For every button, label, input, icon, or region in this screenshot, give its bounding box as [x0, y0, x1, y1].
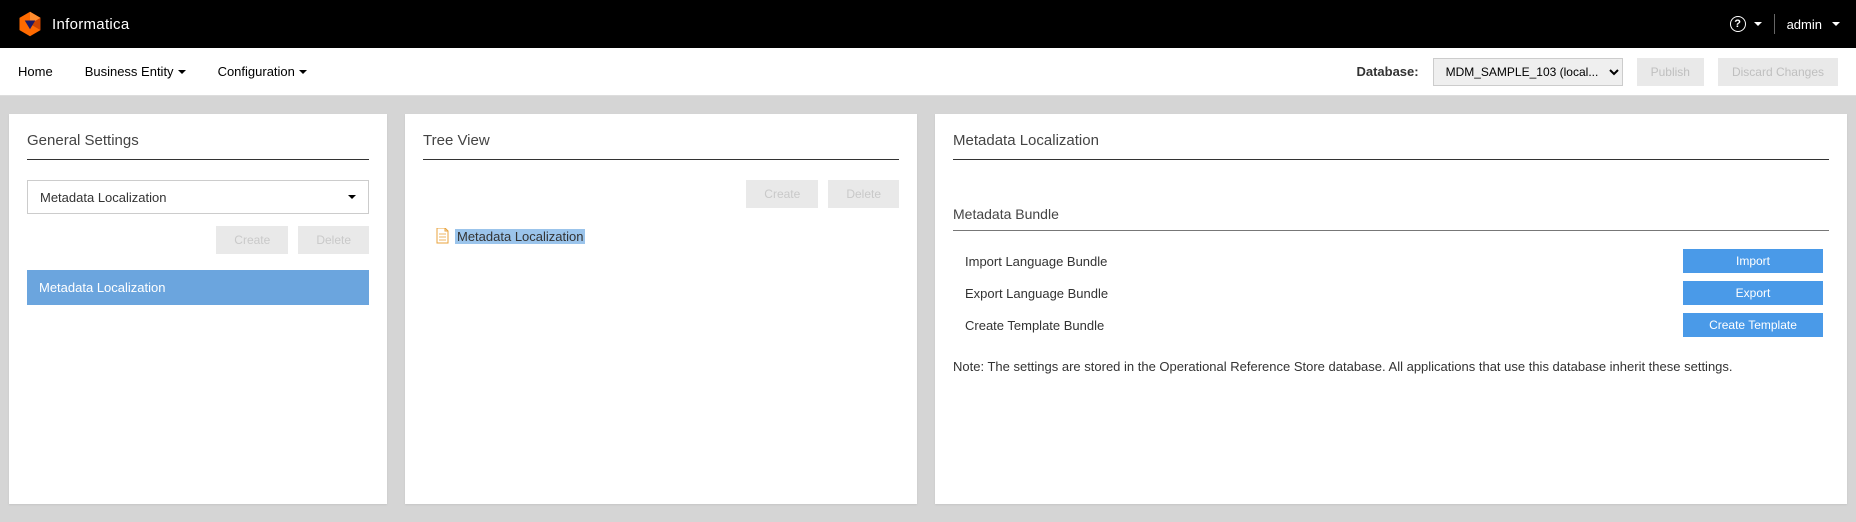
list-item-metadata-localization[interactable]: Metadata Localization [27, 270, 369, 305]
file-icon [435, 228, 449, 244]
general-settings-panel: General Settings Metadata Localization C… [9, 114, 387, 504]
import-button[interactable]: Import [1683, 249, 1823, 273]
menu-home[interactable]: Home [18, 64, 53, 79]
bundle-row-create-template: Create Template Bundle Create Template [953, 309, 1829, 341]
menu-bar: Home Business Entity Configuration Datab… [0, 48, 1856, 96]
panel-title: Tree View [423, 132, 899, 160]
export-button[interactable]: Export [1683, 281, 1823, 305]
bundle-row-export: Export Language Bundle Export [953, 277, 1829, 309]
note-text: Note: The settings are stored in the Ope… [953, 357, 1829, 377]
brand-name: Informatica [52, 16, 130, 33]
tree-node-label: Metadata Localization [455, 229, 585, 244]
metadata-localization-panel: Metadata Localization Metadata Bundle Im… [935, 114, 1847, 504]
menu-right: Database: MDM_SAMPLE_103 (local... Publi… [1356, 58, 1838, 86]
panel-title: General Settings [27, 132, 369, 160]
menu-business-entity-label: Business Entity [85, 64, 174, 79]
database-label: Database: [1356, 64, 1418, 79]
bundle-label: Create Template Bundle [965, 318, 1104, 333]
divider [1774, 14, 1775, 34]
tree-node[interactable]: Metadata Localization [423, 228, 899, 244]
button-row: Create Delete [27, 226, 369, 254]
top-right: ? admin [1730, 14, 1840, 34]
user-menu[interactable]: admin [1787, 17, 1840, 32]
database-select[interactable]: MDM_SAMPLE_103 (local... [1433, 58, 1623, 86]
section-title: Metadata Bundle [953, 206, 1829, 231]
chevron-down-icon [1754, 22, 1762, 26]
dropdown-value: Metadata Localization [40, 190, 166, 205]
menu-configuration-label: Configuration [218, 64, 295, 79]
content-area: General Settings Metadata Localization C… [0, 96, 1856, 522]
chevron-down-icon [1832, 22, 1840, 26]
bundle-label: Import Language Bundle [965, 254, 1107, 269]
publish-button[interactable]: Publish [1637, 58, 1704, 86]
tree-delete-button[interactable]: Delete [828, 180, 899, 208]
discard-button[interactable]: Discard Changes [1718, 58, 1838, 86]
chevron-down-icon [348, 195, 356, 199]
user-name: admin [1787, 17, 1822, 32]
bundle-label: Export Language Bundle [965, 286, 1108, 301]
chevron-down-icon [178, 70, 186, 74]
tree-create-button[interactable]: Create [746, 180, 818, 208]
panel-title: Metadata Localization [953, 132, 1829, 160]
create-button[interactable]: Create [216, 226, 288, 254]
help-menu[interactable]: ? [1730, 16, 1762, 32]
bundle-row-import: Import Language Bundle Import [953, 245, 1829, 277]
help-icon: ? [1730, 16, 1746, 32]
top-bar: Informatica ? admin [0, 0, 1856, 48]
menu-left: Home Business Entity Configuration [18, 64, 307, 79]
tree-view-panel: Tree View Create Delete Metadata Localiz… [405, 114, 917, 504]
settings-dropdown[interactable]: Metadata Localization [27, 180, 369, 214]
tree-actions: Create Delete [423, 180, 899, 208]
menu-business-entity[interactable]: Business Entity [85, 64, 186, 79]
informatica-logo-icon [16, 10, 44, 38]
logo-area: Informatica [16, 10, 130, 38]
create-template-button[interactable]: Create Template [1683, 313, 1823, 337]
delete-button[interactable]: Delete [298, 226, 369, 254]
chevron-down-icon [299, 70, 307, 74]
menu-configuration[interactable]: Configuration [218, 64, 307, 79]
